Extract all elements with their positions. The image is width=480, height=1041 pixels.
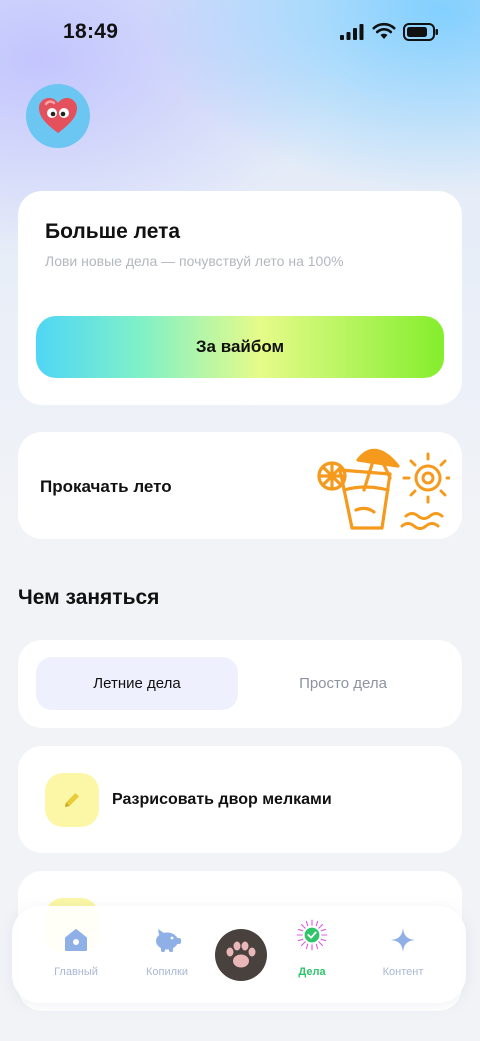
check-badge-icon	[296, 919, 328, 951]
status-time: 18:49	[63, 20, 119, 43]
summer-illustration	[317, 448, 450, 530]
paw-button[interactable]	[215, 929, 267, 981]
paw-icon	[226, 941, 256, 968]
task-icon-badge	[45, 773, 99, 827]
promo-title: Больше лета	[45, 220, 181, 243]
waves-icon	[400, 512, 444, 530]
heart-avatar-icon	[39, 98, 77, 133]
nav-home-label: Главный	[54, 966, 98, 978]
task-tabs: Летние дела Просто дела	[18, 640, 462, 728]
battery-icon	[403, 23, 438, 41]
vibe-button[interactable]: За вайбом	[36, 316, 444, 378]
summer-drink-icon	[317, 448, 400, 530]
profile-avatar[interactable]	[26, 84, 90, 148]
summer-promo-card: Больше лета Лови новые дела — почувствуй…	[18, 191, 462, 405]
task-label: Разрисовать двор мелками	[112, 791, 332, 808]
sun-icon	[402, 452, 450, 504]
nav-tasks-label: Дела	[298, 966, 326, 978]
bottom-tab-bar: Главный Копилки Дела Контент	[12, 906, 466, 1003]
status-bar: 18:49	[0, 0, 480, 64]
tab-summer-tasks[interactable]: Летние дела	[36, 657, 238, 710]
wifi-icon	[372, 22, 396, 39]
piggy-bank-icon	[156, 929, 181, 952]
nav-home[interactable]: Главный	[31, 924, 121, 994]
nav-tasks[interactable]: Дела	[267, 919, 357, 994]
tab-simple-tasks[interactable]: Просто дела	[242, 657, 444, 710]
nav-piggy-label: Копилки	[145, 966, 188, 978]
nav-content[interactable]: Контент	[358, 924, 448, 994]
boost-title: Прокачать лето	[40, 477, 172, 496]
promo-subtitle: Лови новые дела — почувствуй лето на 100…	[45, 253, 344, 269]
task-card[interactable]: Разрисовать двор мелками	[18, 746, 462, 853]
signal-icon	[340, 24, 364, 40]
sparkle-icon	[391, 928, 415, 952]
boost-summer-card[interactable]: Прокачать лето	[18, 432, 462, 539]
pencil-icon	[65, 793, 79, 807]
nav-content-label: Контент	[382, 966, 424, 978]
section-title: Чем заняться	[18, 586, 160, 609]
home-icon	[65, 929, 87, 951]
nav-piggy-banks[interactable]: Копилки	[122, 924, 212, 994]
